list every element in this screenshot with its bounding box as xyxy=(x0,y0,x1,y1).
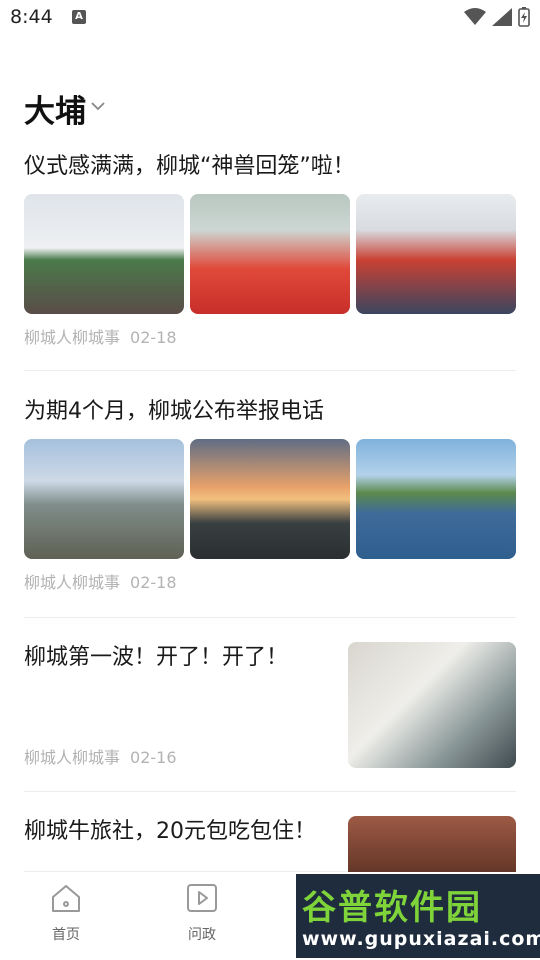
status-bar: 8:44 A xyxy=(0,0,540,36)
location-selector[interactable]: 大埔 xyxy=(24,86,106,131)
article-source: 柳城人柳城事 xyxy=(24,328,121,347)
wifi-icon xyxy=(464,8,486,25)
article-source: 柳城人柳城事 xyxy=(24,573,121,592)
article-card[interactable]: 为期4个月，柳城公布举报电话 柳城人柳城事 02-18 xyxy=(24,371,516,618)
article-meta: 柳城人柳城事 02-16 xyxy=(24,744,177,768)
nav-home[interactable]: 首页 xyxy=(26,882,106,944)
article-source: 柳城人柳城事 xyxy=(24,748,121,767)
status-icons xyxy=(464,7,530,27)
watermark: 谷普软件园 www.gupuxiazai.com xyxy=(296,874,540,958)
nav-politics-label: 问政 xyxy=(188,927,216,943)
nav-politics[interactable]: 问政 xyxy=(162,882,242,944)
battery-icon xyxy=(518,7,530,27)
article-photo xyxy=(24,439,184,559)
article-meta: 柳城人柳城事 02-18 xyxy=(24,324,516,348)
signal-icon xyxy=(492,8,512,26)
article-card[interactable]: 柳城第一波！开了！开了！ 柳城人柳城事 02-16 xyxy=(24,618,516,792)
article-card[interactable]: 柳城牛旅社，20元包吃包住！ xyxy=(24,792,516,942)
article-card[interactable]: 仪式感满满，柳城“神兽回笼”啦！ 柳城人柳城事 02-18 xyxy=(24,140,516,371)
article-photo xyxy=(356,194,516,314)
article-title: 柳城牛旅社，20元包吃包住！ xyxy=(24,819,316,844)
article-title: 柳城第一波！开了！开了！ xyxy=(24,645,289,670)
article-photo xyxy=(356,439,516,559)
status-time: 8:44 xyxy=(10,6,53,28)
article-date: 02-18 xyxy=(130,573,177,592)
play-icon xyxy=(187,884,217,912)
notification-icon: A xyxy=(72,10,86,24)
chevron-down-icon xyxy=(91,101,105,110)
article-date: 02-16 xyxy=(130,748,177,767)
location-name: 大埔 xyxy=(24,94,86,130)
article-title: 仪式感满满，柳城“神兽回笼”啦！ xyxy=(24,154,355,179)
watermark-title: 谷普软件园 xyxy=(302,888,482,928)
article-title: 为期4个月，柳城公布举报电话 xyxy=(24,399,324,424)
nav-home-label: 首页 xyxy=(52,927,80,943)
news-feed: 仪式感满满，柳城“神兽回笼”啦！ 柳城人柳城事 02-18 为期4个月，柳城公布举… xyxy=(24,140,516,942)
article-date: 02-18 xyxy=(130,328,177,347)
article-photo xyxy=(190,439,350,559)
article-meta: 柳城人柳城事 02-18 xyxy=(24,569,516,593)
home-icon xyxy=(52,885,80,912)
article-photo xyxy=(24,194,184,314)
article-photo xyxy=(348,642,516,768)
article-photo xyxy=(190,194,350,314)
watermark-url: www.gupuxiazai.com xyxy=(302,928,540,950)
article-images xyxy=(24,194,516,314)
article-images xyxy=(24,439,516,559)
